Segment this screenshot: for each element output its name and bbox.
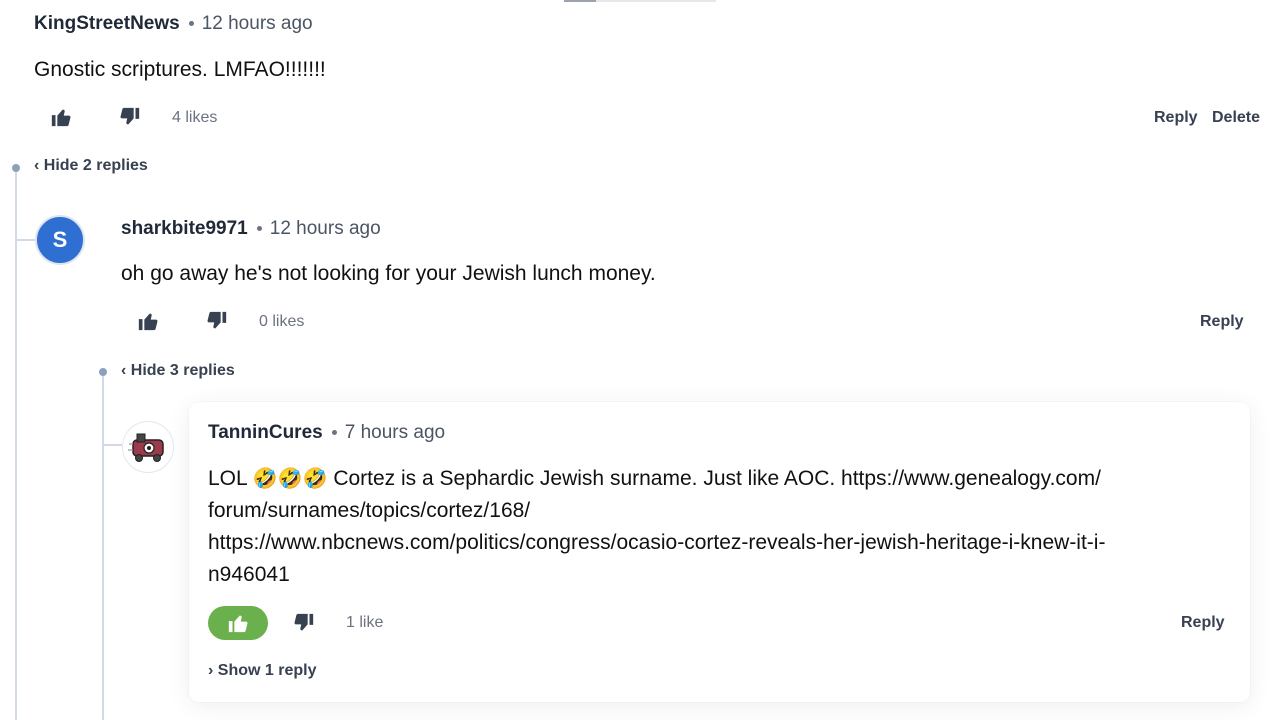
thumbs-up-icon: [51, 109, 71, 127]
thread-line: [15, 172, 17, 720]
thread-node: [99, 368, 107, 376]
thread-branch: [15, 239, 35, 241]
thread-branch: [102, 444, 122, 446]
comment-link-text[interactable]: https://www.nbcnews.com/politics/congres…: [208, 527, 1238, 559]
separator-dot: [256, 225, 262, 231]
avatar[interactable]: S: [35, 215, 85, 265]
timestamp: 7 hours ago: [344, 422, 446, 443]
like-count: 0 likes: [259, 313, 305, 330]
dislike-button[interactable]: [116, 103, 144, 131]
comment-line: LOL 🤣🤣🤣 Cortez is a Sephardic Jewish sur…: [208, 462, 1238, 495]
delete-button[interactable]: Delete: [1212, 109, 1260, 127]
hide-replies-toggle[interactable]: ‹ Hide 3 replies: [121, 362, 235, 380]
rofl-emoji-icon: 🤣🤣🤣: [252, 466, 328, 490]
thumbs-up-icon: [228, 615, 248, 633]
reply-button[interactable]: Reply: [1181, 614, 1225, 632]
like-count: 4 likes: [172, 109, 218, 126]
train-cartoon-avatar-icon: [128, 433, 164, 462]
username[interactable]: sharkbite9971: [121, 218, 248, 239]
scroll-indicator: [564, 0, 716, 2]
thumbs-down-icon: [294, 613, 314, 631]
show-replies-toggle[interactable]: › Show 1 reply: [208, 662, 316, 680]
username[interactable]: KingStreetNews: [34, 13, 180, 34]
like-button[interactable]: [134, 307, 162, 335]
thread-node: [12, 164, 20, 172]
comment-header: KingStreetNews 12 hours ago: [34, 13, 313, 35]
comment-text: LOL 🤣🤣🤣 Cortez is a Sephardic Jewish sur…: [208, 462, 1238, 591]
comment-link-text[interactable]: Cortez is a Sephardic Jewish surname. Ju…: [333, 467, 1101, 490]
dislike-button[interactable]: [290, 609, 318, 637]
comment-link-text[interactable]: forum/surnames/topics/cortez/168/: [208, 495, 1238, 527]
hide-replies-toggle[interactable]: ‹ Hide 2 replies: [34, 157, 148, 175]
thumbs-down-icon: [120, 107, 140, 125]
separator-dot: [188, 20, 194, 26]
dislike-button[interactable]: [203, 307, 231, 335]
like-button-active[interactable]: [208, 606, 268, 640]
timestamp: 12 hours ago: [269, 218, 381, 239]
thumbs-up-icon: [138, 313, 158, 331]
avatar-letter: S: [52, 227, 68, 252]
like-count: 1 like: [346, 614, 384, 631]
reply-button[interactable]: Reply: [1200, 313, 1244, 331]
comment-link-text[interactable]: n946041: [208, 559, 1238, 591]
thread-line: [102, 376, 104, 720]
like-button[interactable]: [47, 103, 75, 131]
thumbs-down-icon: [207, 311, 227, 329]
text-prefix: LOL: [208, 467, 247, 490]
comment-text: oh go away he's not looking for your Jew…: [121, 262, 656, 285]
username[interactable]: TanninCures: [208, 422, 323, 443]
comment-header: TanninCures 7 hours ago: [208, 422, 445, 444]
separator-dot: [331, 429, 337, 435]
comment-text: Gnostic scriptures. LMFAO!!!!!!!: [34, 58, 326, 81]
avatar[interactable]: [122, 421, 174, 473]
reply-button[interactable]: Reply: [1154, 109, 1198, 127]
timestamp: 12 hours ago: [201, 13, 313, 34]
comment-header: sharkbite9971 12 hours ago: [121, 218, 381, 240]
